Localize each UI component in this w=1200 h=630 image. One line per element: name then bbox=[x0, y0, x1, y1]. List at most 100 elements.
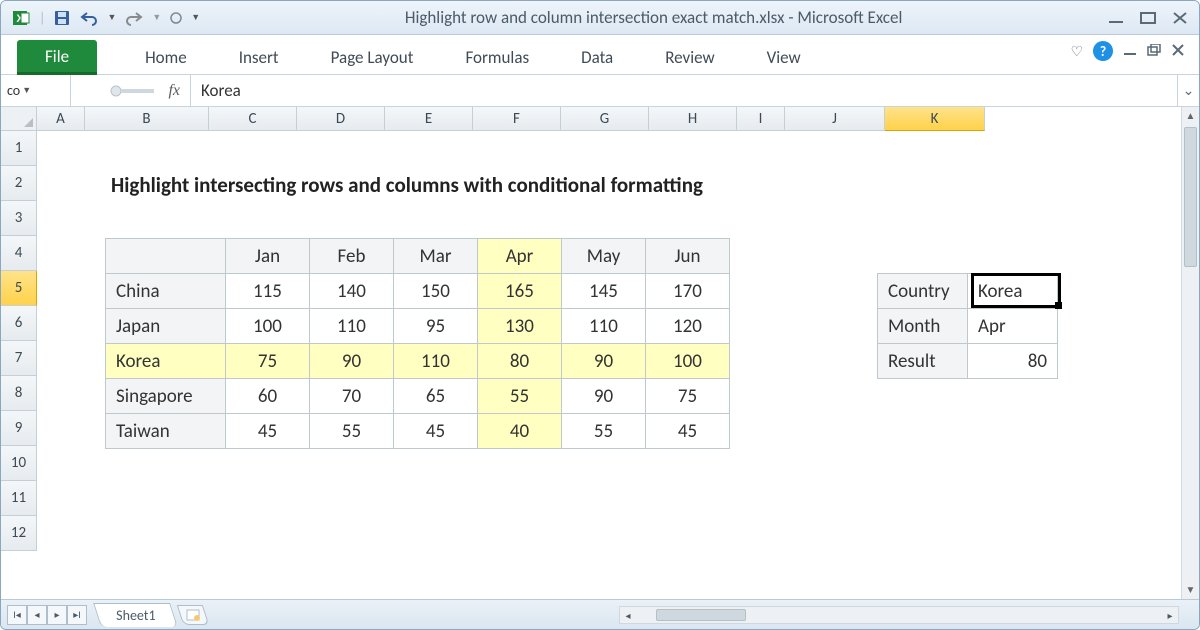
row-header-11[interactable]: 11 bbox=[1, 481, 37, 516]
row-header-5[interactable]: 5 bbox=[1, 271, 37, 306]
row-header-2[interactable]: 2 bbox=[1, 166, 37, 201]
lookup-value-country[interactable]: Korea bbox=[968, 274, 1058, 309]
cell[interactable]: 110 bbox=[394, 344, 478, 379]
sheet-nav-prev-icon[interactable]: ◂ bbox=[27, 605, 47, 625]
redo-icon[interactable] bbox=[124, 10, 144, 26]
row-header-3[interactable]: 3 bbox=[1, 201, 37, 236]
hscroll-thumb[interactable] bbox=[656, 609, 746, 621]
col-header-D[interactable]: D bbox=[297, 107, 385, 131]
vertical-scrollbar[interactable]: ▲ ▼ bbox=[1181, 107, 1199, 599]
cell[interactable]: 65 bbox=[394, 379, 478, 414]
col-header-E[interactable]: E bbox=[385, 107, 473, 131]
col-header-K[interactable]: K bbox=[885, 107, 985, 131]
wb-close-icon[interactable] bbox=[1171, 43, 1185, 60]
cell[interactable]: 75 bbox=[226, 344, 310, 379]
cell[interactable]: 120 bbox=[646, 309, 730, 344]
cell[interactable]: 140 bbox=[310, 274, 394, 309]
hscroll-right-icon[interactable]: ▸ bbox=[1162, 609, 1178, 622]
row-header-1[interactable]: 1 bbox=[1, 131, 37, 166]
col-header-I[interactable]: I bbox=[737, 107, 785, 131]
cell[interactable]: 100 bbox=[226, 309, 310, 344]
tab-data[interactable]: Data bbox=[577, 41, 617, 74]
maximize-icon[interactable] bbox=[1139, 11, 1157, 25]
col-header-F[interactable]: F bbox=[473, 107, 561, 131]
wb-restore-icon[interactable] bbox=[1147, 43, 1161, 60]
help-icon[interactable]: ? bbox=[1093, 41, 1113, 61]
row-header-12[interactable]: 12 bbox=[1, 516, 37, 551]
col-header-B[interactable]: B bbox=[85, 107, 209, 131]
select-all-corner[interactable] bbox=[1, 107, 37, 131]
horizontal-scrollbar[interactable]: ◂ ▸ bbox=[619, 606, 1179, 624]
scroll-down-icon[interactable]: ▼ bbox=[1182, 581, 1199, 599]
hscroll-left-icon[interactable]: ◂ bbox=[620, 609, 636, 622]
cell[interactable]: 45 bbox=[646, 414, 730, 449]
cell[interactable]: 40 bbox=[478, 414, 562, 449]
col-header-J[interactable]: J bbox=[785, 107, 885, 131]
name-box-dropdown-icon[interactable]: ▼ bbox=[22, 85, 31, 96]
ribbon-minimize-icon[interactable]: ♡ bbox=[1070, 43, 1083, 60]
cell[interactable]: 60 bbox=[226, 379, 310, 414]
cell[interactable]: 80 bbox=[478, 344, 562, 379]
tab-page-layout[interactable]: Page Layout bbox=[327, 41, 418, 74]
row-header-7[interactable]: 7 bbox=[1, 341, 37, 376]
cell[interactable]: 145 bbox=[562, 274, 646, 309]
cell[interactable]: 90 bbox=[562, 379, 646, 414]
cell[interactable]: 150 bbox=[394, 274, 478, 309]
col-header-A[interactable]: A bbox=[37, 107, 85, 131]
minimize-icon[interactable] bbox=[1107, 11, 1125, 25]
name-box[interactable]: co ▼ bbox=[1, 75, 71, 106]
cell[interactable]: 45 bbox=[394, 414, 478, 449]
cell[interactable]: 170 bbox=[646, 274, 730, 309]
undo-icon[interactable] bbox=[79, 10, 99, 26]
redo-dropdown[interactable]: ▼ bbox=[152, 12, 161, 23]
cell[interactable]: 130 bbox=[478, 309, 562, 344]
sheet-nav-next-icon[interactable]: ▸ bbox=[47, 605, 67, 625]
cell[interactable]: 55 bbox=[310, 414, 394, 449]
col-header-C[interactable]: C bbox=[209, 107, 297, 131]
new-sheet-icon[interactable] bbox=[177, 605, 209, 625]
file-tab[interactable]: File bbox=[17, 40, 97, 75]
row-header-4[interactable]: 4 bbox=[1, 236, 37, 271]
qat-customize-icon[interactable] bbox=[169, 11, 183, 25]
row-header-9[interactable]: 9 bbox=[1, 411, 37, 446]
undo-dropdown[interactable]: ▼ bbox=[107, 12, 116, 23]
tab-formulas[interactable]: Formulas bbox=[461, 41, 533, 74]
cell[interactable]: 95 bbox=[394, 309, 478, 344]
fx-icon[interactable]: fx bbox=[168, 82, 180, 100]
worksheet-grid[interactable]: ABCDEFGHIJK 123456789101112 ▲ ▼ Highligh… bbox=[1, 107, 1199, 599]
tab-review[interactable]: Review bbox=[661, 41, 718, 74]
tab-home[interactable]: Home bbox=[141, 41, 191, 74]
sheet-tab-active[interactable]: Sheet1 bbox=[93, 603, 178, 627]
cell[interactable]: 165 bbox=[478, 274, 562, 309]
row-header-10[interactable]: 10 bbox=[1, 446, 37, 481]
sheet-nav-first-icon[interactable]: I◂ bbox=[7, 605, 27, 625]
cell[interactable]: 90 bbox=[562, 344, 646, 379]
wb-minimize-icon[interactable] bbox=[1123, 43, 1137, 60]
save-icon[interactable] bbox=[53, 9, 71, 27]
scroll-up-icon[interactable]: ▲ bbox=[1182, 107, 1199, 125]
lookup-value-month[interactable]: Apr bbox=[968, 309, 1058, 344]
cell[interactable]: 115 bbox=[226, 274, 310, 309]
cell[interactable]: 110 bbox=[310, 309, 394, 344]
cell[interactable]: 55 bbox=[562, 414, 646, 449]
sheet-nav-last-icon[interactable]: ▸I bbox=[67, 605, 87, 625]
row-header-6[interactable]: 6 bbox=[1, 306, 37, 341]
tab-insert[interactable]: Insert bbox=[235, 41, 283, 74]
row-header-8[interactable]: 8 bbox=[1, 376, 37, 411]
cell[interactable]: 100 bbox=[646, 344, 730, 379]
lookup-value-result[interactable]: 80 bbox=[968, 344, 1058, 379]
cell[interactable]: 45 bbox=[226, 414, 310, 449]
qat-dropdown[interactable]: ▼ bbox=[191, 12, 200, 23]
vscroll-thumb[interactable] bbox=[1184, 127, 1197, 267]
cell[interactable]: 70 bbox=[310, 379, 394, 414]
cell[interactable]: 110 bbox=[562, 309, 646, 344]
formula-input[interactable]: Korea bbox=[191, 75, 1177, 106]
cell[interactable]: 90 bbox=[310, 344, 394, 379]
close-icon[interactable] bbox=[1171, 11, 1189, 25]
formula-bar-expand-icon[interactable]: ⌄ bbox=[1177, 75, 1199, 106]
cell[interactable]: 55 bbox=[478, 379, 562, 414]
tab-view[interactable]: View bbox=[763, 41, 805, 74]
cell[interactable]: 75 bbox=[646, 379, 730, 414]
col-header-H[interactable]: H bbox=[649, 107, 737, 131]
col-header-G[interactable]: G bbox=[561, 107, 649, 131]
